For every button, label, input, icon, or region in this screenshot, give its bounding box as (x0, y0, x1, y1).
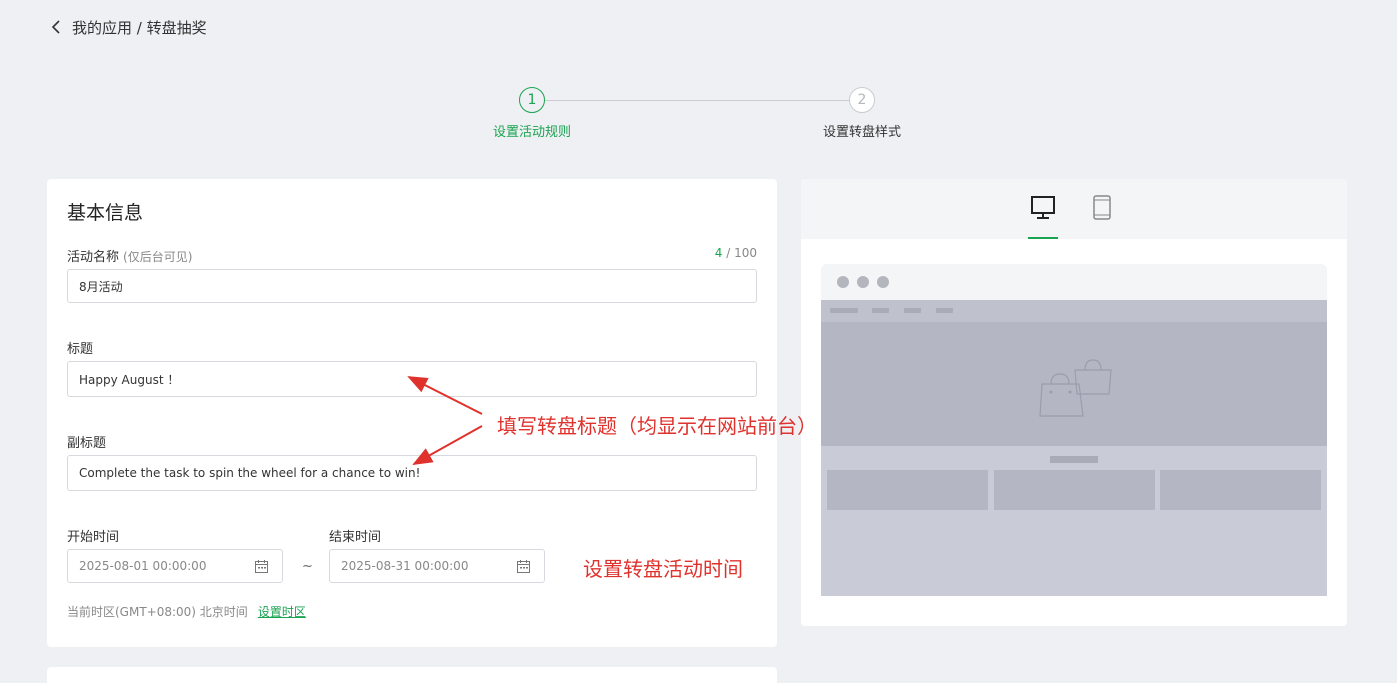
shopping-bag-icon (1039, 359, 1112, 417)
card-title: 基本信息 (67, 202, 144, 224)
activity-name-label: 活动名称 (仅后台可见) (67, 246, 192, 265)
date-range-separator: ~ (302, 559, 313, 574)
calendar-icon[interactable] (517, 560, 530, 573)
end-time-input[interactable]: 2025-08-31 00:00:00 (329, 549, 545, 583)
calendar-icon[interactable] (255, 560, 268, 573)
skeleton-tile (827, 470, 988, 510)
heading-value: Happy August ！ (79, 372, 180, 387)
skeleton-tile (994, 470, 1155, 510)
preview-panel (801, 179, 1347, 626)
skeleton-nav (821, 300, 1327, 322)
end-time-value: 2025-08-31 00:00:00 (341, 559, 469, 573)
chevron-left-icon[interactable] (48, 18, 66, 36)
activity-name-label-text: 活动名称 (67, 250, 120, 265)
skeleton-hero (821, 322, 1327, 446)
browser-titlebar (821, 264, 1327, 300)
next-section-card (47, 667, 777, 683)
start-time-label: 开始时间 (67, 530, 120, 545)
step-1-number: 1 (519, 87, 545, 113)
skeleton-nav-item (872, 308, 889, 313)
activity-name-input[interactable]: 8月活动 (67, 269, 757, 303)
start-time-input[interactable]: 2025-08-01 00:00:00 (67, 549, 283, 583)
tab-tablet[interactable] (1092, 195, 1116, 225)
step-2-label: 设置转盘样式 (822, 125, 901, 140)
desktop-icon (1031, 196, 1055, 219)
step-2-number: 2 (849, 87, 875, 113)
subheading-label: 副标题 (67, 436, 107, 451)
step-1[interactable]: 1 设置活动规则 (462, 87, 602, 140)
preview-device-tabs (801, 179, 1347, 239)
breadcrumb: 我的应用 / 转盘抽奖 (48, 16, 207, 38)
activity-name-value: 8月活动 (79, 279, 123, 294)
skeleton-tile (1160, 470, 1321, 510)
char-count-current: 4 (714, 246, 723, 260)
browser-mockup (821, 264, 1327, 596)
window-dot (857, 276, 869, 288)
annotation-time-note: 设置转盘活动时间 (583, 557, 743, 581)
char-count-max: / 100 (726, 246, 757, 260)
start-time-value: 2025-08-01 00:00:00 (79, 559, 207, 573)
page-skeleton (821, 300, 1327, 596)
tablet-icon (1093, 195, 1111, 220)
subheading-value: Complete the task to spin the wheel for … (79, 466, 421, 480)
timezone-info: 当前时区(GMT+08:00) 北京时间 设置时区 (67, 603, 306, 620)
skeleton-nav-item (936, 308, 953, 313)
skeleton-nav-item (904, 308, 921, 313)
timezone-text: 当前时区(GMT+08:00) 北京时间 (67, 605, 248, 619)
skeleton-heading (1050, 456, 1098, 463)
step-2[interactable]: 2 设置转盘样式 (792, 87, 932, 140)
heading-input[interactable]: Happy August ！ (67, 361, 757, 397)
activity-name-hint: (仅后台可见) (123, 250, 193, 264)
step-1-label: 设置活动规则 (492, 125, 571, 140)
end-time-label: 结束时间 (329, 530, 382, 545)
char-counter: 4 / 100 (715, 246, 757, 260)
annotation-title-note: 填写转盘标题（均显示在网站前台） (497, 414, 817, 438)
heading-label: 标题 (67, 342, 94, 357)
tab-desktop[interactable] (1028, 195, 1058, 239)
set-timezone-link[interactable]: 设置时区 (258, 605, 306, 619)
window-dot (837, 276, 849, 288)
subheading-input[interactable]: Complete the task to spin the wheel for … (67, 455, 757, 491)
window-dot (877, 276, 889, 288)
skeleton-nav-item (830, 308, 858, 313)
breadcrumb-text: 我的应用 / 转盘抽奖 (72, 18, 207, 37)
